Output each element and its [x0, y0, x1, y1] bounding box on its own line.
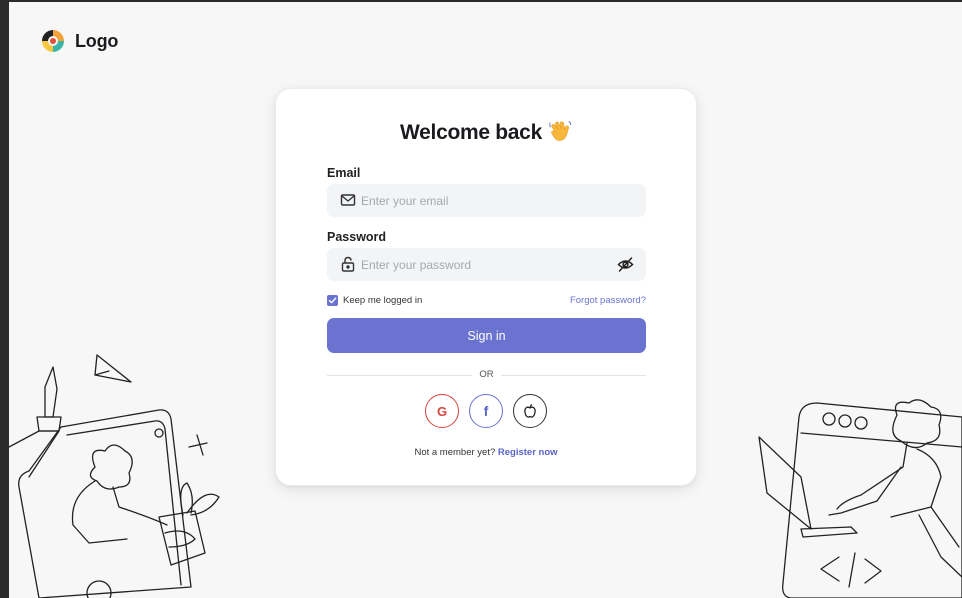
right-illustration	[758, 399, 962, 598]
page-title: Welcome back	[276, 119, 696, 145]
logo-icon	[42, 30, 64, 52]
divider-line-right	[501, 375, 646, 376]
email-field-container	[327, 184, 646, 217]
remember-me-label: Keep me logged in	[343, 294, 423, 306]
google-login-button[interactable]: G	[425, 394, 459, 428]
or-divider: OR	[327, 369, 646, 381]
register-row: Not a member yet? Register now	[276, 447, 696, 458]
facebook-icon: f	[483, 403, 489, 419]
apple-icon	[524, 404, 536, 418]
lock-icon	[341, 256, 355, 272]
email-input[interactable]	[361, 193, 601, 208]
login-page: Logo Welcome back Email Enter your email…	[9, 2, 962, 598]
login-options-row: Keep me logged in Forgot password?	[327, 293, 646, 307]
facebook-login-button[interactable]: f	[469, 394, 503, 428]
register-now-link[interactable]: Register now	[498, 447, 558, 458]
password-field-container	[327, 248, 646, 281]
remember-me-checkbox[interactable]: Keep me logged in	[327, 294, 423, 306]
waving-hand-icon	[549, 121, 572, 141]
title-text: Welcome back	[400, 121, 542, 144]
password-input[interactable]	[361, 257, 601, 272]
brand-logo[interactable]: Logo	[40, 28, 118, 54]
checkbox-checked-icon[interactable]	[327, 294, 338, 306]
register-prompt: Not a member yet?	[414, 447, 496, 458]
apple-login-button[interactable]	[513, 394, 547, 428]
sign-in-button[interactable]: Sign in	[327, 318, 646, 353]
left-illustration	[9, 354, 220, 598]
social-login-group: G f	[276, 394, 696, 428]
login-card: Welcome back Email Password	[275, 88, 697, 486]
google-icon: G	[436, 403, 448, 419]
password-label: Password	[327, 230, 387, 244]
mail-icon	[340, 194, 356, 206]
eye-off-icon[interactable]	[617, 256, 634, 273]
logo-text: Logo	[75, 30, 119, 51]
forgot-password-link[interactable]: Forgot password?	[570, 295, 646, 306]
email-label: Email	[327, 166, 361, 180]
